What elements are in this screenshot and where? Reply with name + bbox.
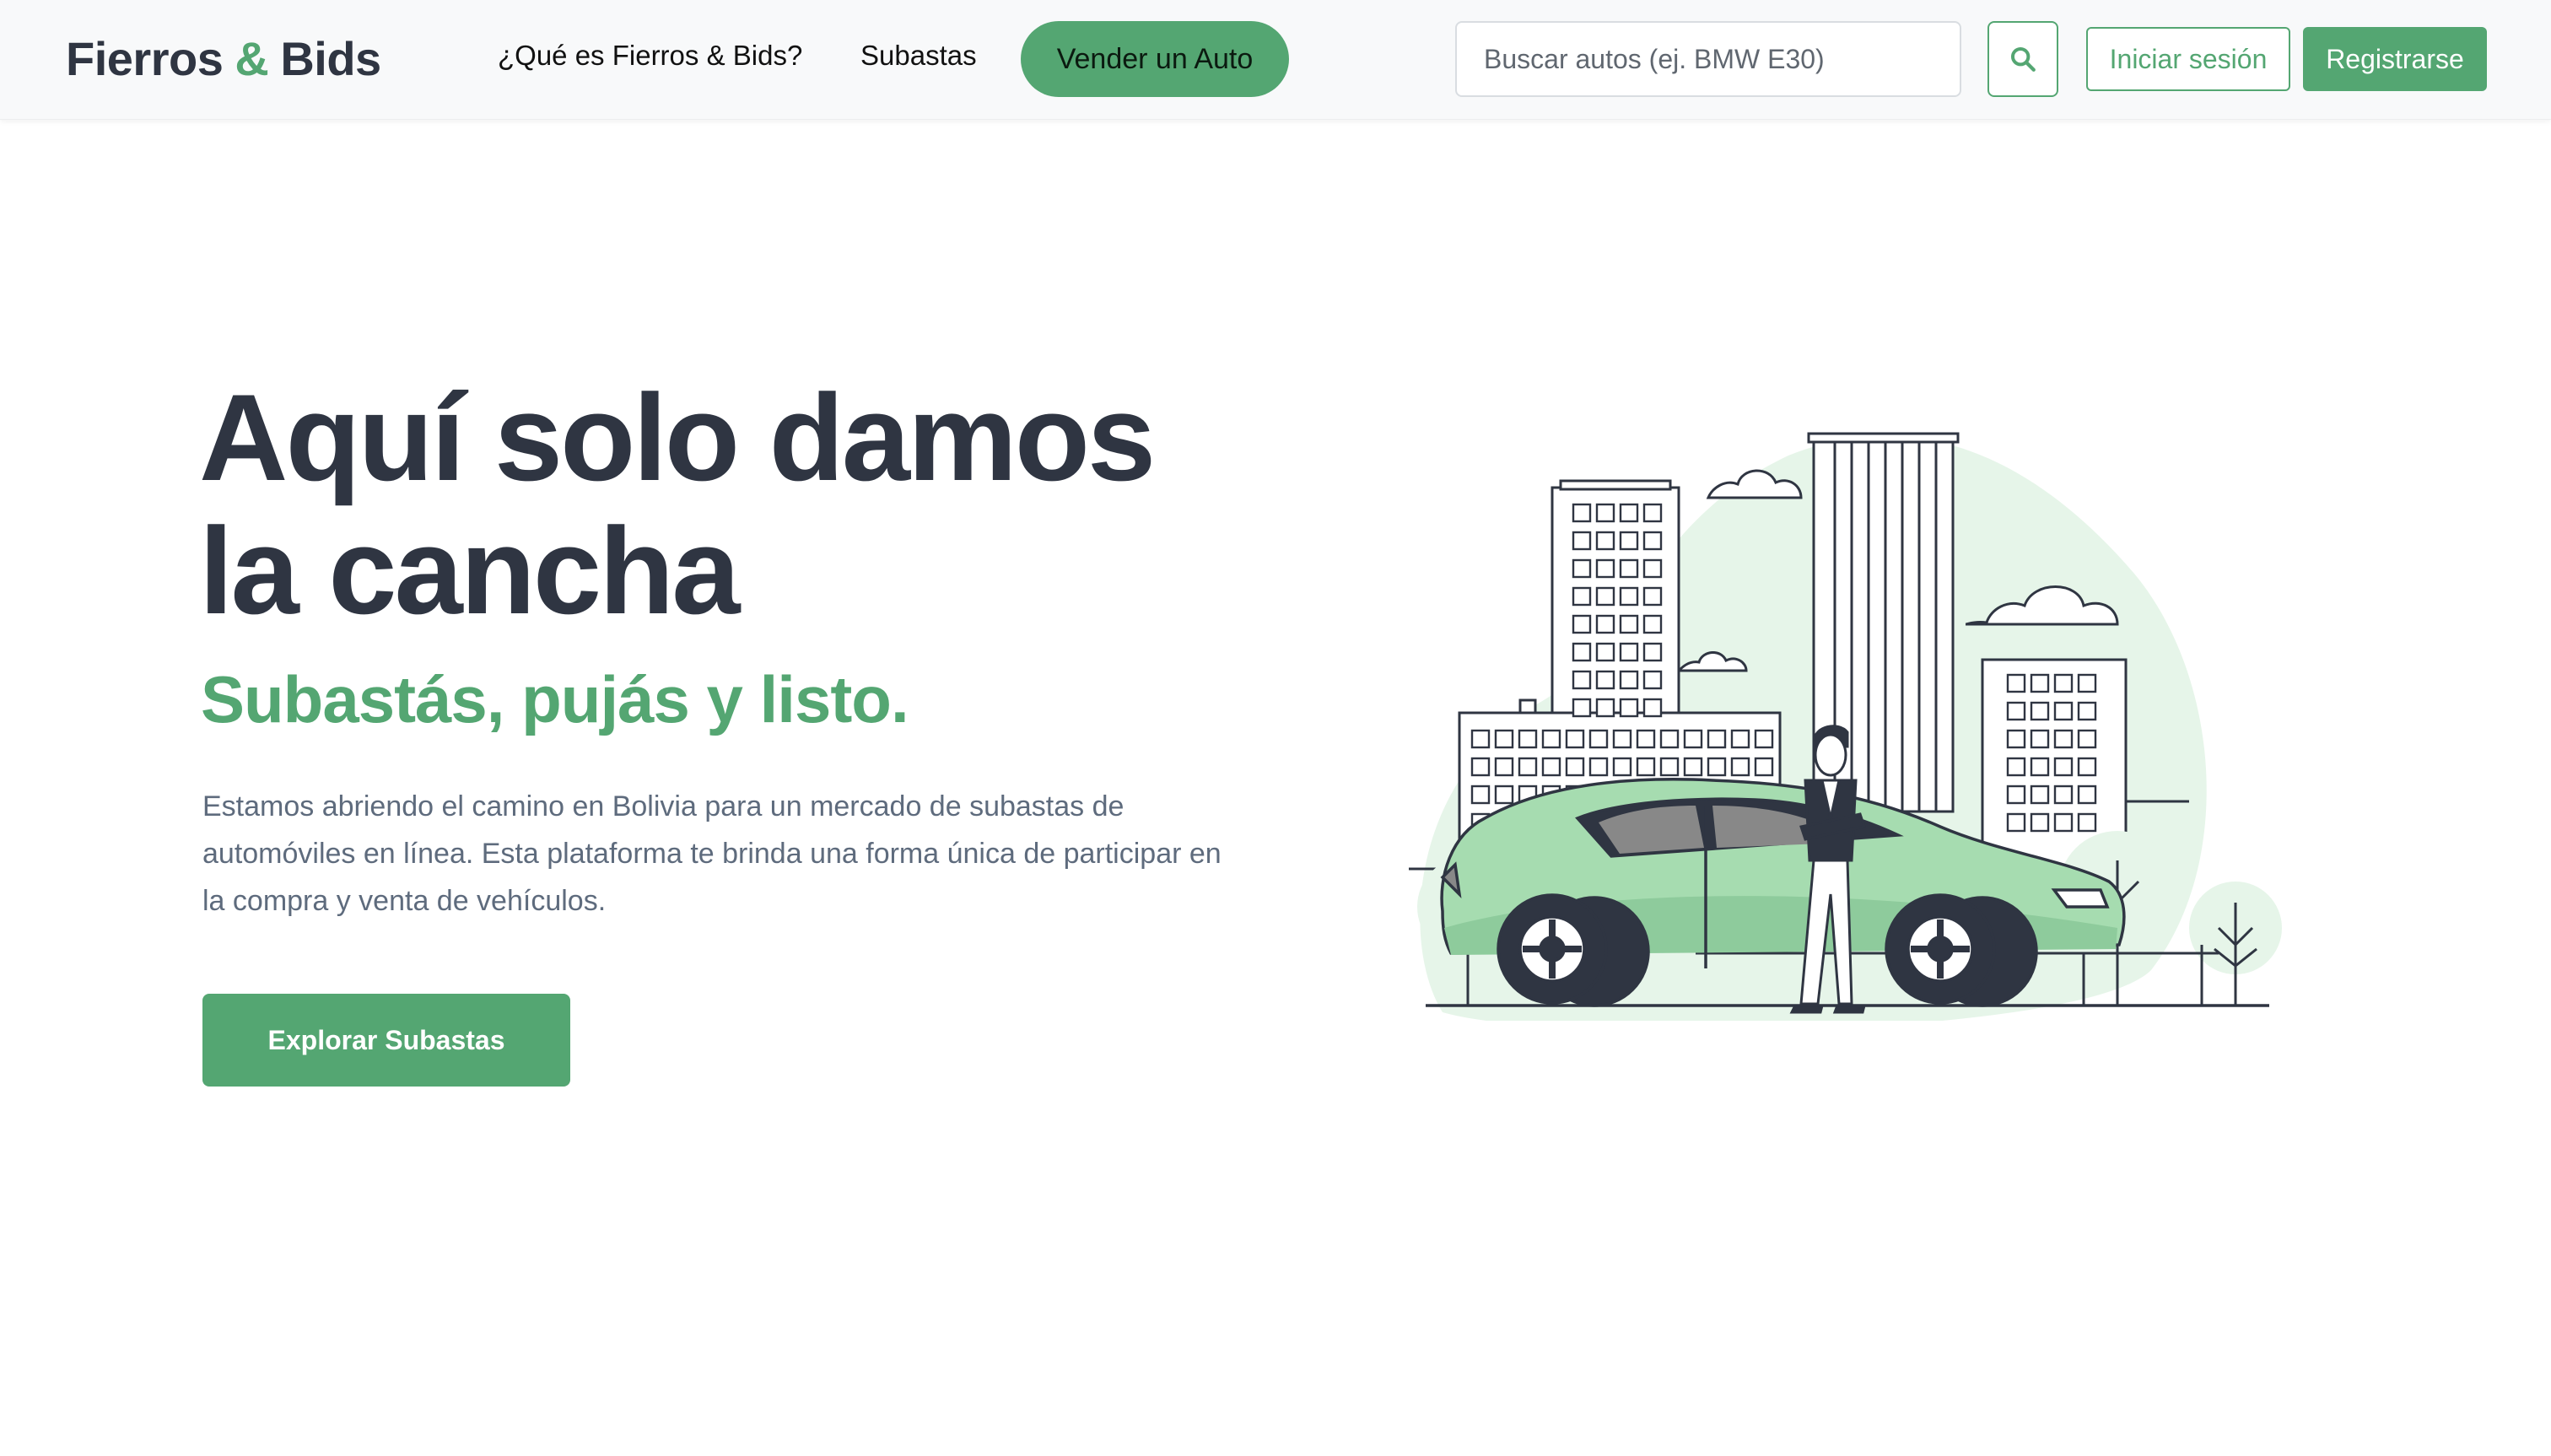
hero-subtitle: Subastás, pujás y listo. [201, 662, 909, 736]
hero-description: Estamos abriendo el camino en Bolivia pa… [202, 790, 1222, 917]
explore-auctions-button[interactable]: Explorar Subastas [202, 994, 570, 1087]
car-wheel-rear [1497, 893, 1650, 1007]
sell-car-button[interactable]: Vender un Auto [1021, 21, 1289, 97]
nav-link-about[interactable]: ¿Qué es Fierros & Bids? [498, 37, 802, 74]
hero-title-line2: la cancha [199, 502, 740, 639]
man-head [1814, 733, 1847, 777]
brand-name-part2: Bids [280, 32, 381, 85]
register-button[interactable]: Registrarse [2303, 27, 2487, 91]
search-input[interactable] [1455, 21, 1961, 97]
brand-name-part1: Fierros [66, 32, 224, 85]
nav-link-auctions[interactable]: Subastas [860, 37, 977, 74]
hero-illustration [1409, 432, 2282, 1021]
car-wheel-front [1885, 893, 2038, 1007]
search-icon [2010, 46, 2036, 72]
search-button[interactable] [1987, 21, 2058, 97]
brand-ampersand: & [235, 32, 269, 85]
login-button[interactable]: Iniciar sesión [2086, 27, 2290, 91]
top-navbar: Fierros & Bids ¿Qué es Fierros & Bids? Sub… [0, 0, 2551, 120]
hero-title-line1: Aquí solo damos [199, 369, 1156, 506]
brand-logo[interactable]: Fierros & Bids [66, 30, 381, 88]
hero-title: Aquí solo damos la cancha [199, 371, 1211, 638]
